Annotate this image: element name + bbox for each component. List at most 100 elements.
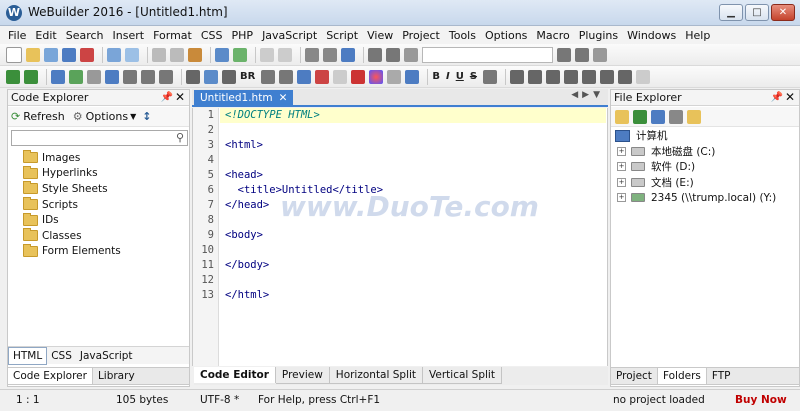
save-icon[interactable] — [44, 47, 58, 62]
expand-icon[interactable]: + — [617, 146, 626, 156]
gear-icon[interactable]: ⚙ — [73, 110, 83, 123]
tree-item-scripts[interactable]: Scripts — [8, 197, 189, 213]
sort-icon[interactable]: ↕ — [142, 110, 151, 123]
italic-button[interactable]: I — [446, 71, 450, 82]
menu-plugins[interactable]: Plugins — [575, 29, 622, 42]
toolbar-combo-box[interactable] — [422, 46, 553, 63]
tree-item-ids[interactable]: IDs — [8, 212, 189, 228]
align-left-icon[interactable] — [510, 69, 525, 84]
expand-icon[interactable]: + — [617, 193, 626, 203]
strike-button[interactable]: S — [470, 71, 477, 82]
code-line[interactable]: </body> — [225, 259, 269, 271]
indent-less-icon[interactable] — [618, 69, 633, 84]
refresh-button[interactable]: Refresh — [23, 110, 65, 123]
close-button[interactable]: ✕ — [771, 4, 795, 21]
list-icon[interactable] — [141, 69, 155, 84]
redo-icon[interactable] — [278, 47, 292, 62]
tree-item-computer[interactable]: 计算机 — [611, 128, 799, 144]
chevron-down-icon[interactable]: ▼ — [130, 112, 136, 121]
div-icon[interactable] — [186, 69, 200, 84]
menu-windows[interactable]: Windows — [623, 29, 680, 42]
align-center-icon[interactable] — [528, 69, 543, 84]
link-icon[interactable] — [51, 69, 65, 84]
print-icon[interactable] — [107, 47, 121, 62]
close-tab-icon[interactable]: ✕ — [279, 92, 288, 104]
tree-item-drive-c[interactable]: + 本地磁盘 (C:) — [611, 144, 799, 160]
replace-icon[interactable] — [233, 47, 247, 62]
indent-more-icon[interactable] — [600, 69, 615, 84]
tree-item-hyperlinks[interactable]: Hyperlinks — [8, 165, 189, 182]
indent-icon[interactable] — [305, 47, 319, 62]
paste-icon[interactable] — [188, 47, 202, 62]
bookmark-icon[interactable] — [386, 47, 400, 62]
wrap-icon[interactable] — [368, 47, 382, 62]
tab-code-editor[interactable]: Code Editor — [194, 367, 276, 383]
justify-icon[interactable] — [564, 69, 579, 84]
tab-vertical-split[interactable]: Vertical Split — [423, 367, 502, 384]
brush-icon[interactable] — [351, 69, 366, 84]
script-icon[interactable] — [315, 69, 330, 84]
code-line[interactable]: </head> — [225, 199, 269, 211]
maximize-button[interactable]: □ — [745, 4, 769, 21]
font-color-icon[interactable] — [405, 69, 420, 84]
pin-icon[interactable]: 📌 — [161, 90, 173, 105]
refresh-icon[interactable]: ⟳ — [11, 110, 20, 123]
find-icon[interactable] — [215, 47, 229, 62]
undo-icon[interactable] — [260, 47, 274, 62]
hr-icon[interactable] — [87, 69, 101, 84]
align-right-icon[interactable] — [546, 69, 561, 84]
gear-icon[interactable] — [669, 109, 683, 124]
favorites-folder-icon[interactable] — [687, 109, 701, 124]
menu-search[interactable]: Search — [62, 29, 108, 42]
nbsp-icon[interactable] — [261, 69, 276, 84]
close-panel-icon[interactable]: ✕ — [175, 90, 185, 105]
menu-format[interactable]: Format — [149, 29, 196, 42]
menu-javascript[interactable]: JavaScript — [258, 29, 321, 42]
menu-php[interactable]: PHP — [228, 29, 258, 42]
pin-icon[interactable]: 📌 — [771, 90, 783, 105]
buy-now-link[interactable]: Buy Now — [735, 394, 787, 406]
view-icon[interactable] — [651, 109, 665, 124]
back-icon[interactable] — [6, 69, 20, 84]
forward-icon[interactable] — [24, 69, 38, 84]
spell-check-icon[interactable] — [636, 69, 651, 84]
open-folder-icon[interactable] — [26, 47, 40, 62]
print-preview-icon[interactable] — [125, 47, 139, 62]
code-line[interactable]: <!DOCTYPE HTML> — [225, 109, 320, 121]
underline-button[interactable]: U — [456, 71, 464, 82]
tab-library[interactable]: Library — [93, 368, 140, 384]
menu-view[interactable]: View — [363, 29, 397, 42]
menu-script[interactable]: Script — [322, 29, 362, 42]
tree-item-style-sheets[interactable]: Style Sheets — [8, 181, 189, 197]
code-editor[interactable]: 1 2 3 4 5 6 7 8 9 10 11 12 13 <!DOCTYPE HTML> <html> <… — [192, 108, 608, 366]
shape-icon[interactable] — [333, 69, 348, 84]
find-next-icon[interactable] — [575, 47, 589, 62]
br-button[interactable]: BR — [240, 71, 255, 82]
tab-html[interactable]: HTML — [8, 346, 48, 365]
more-icon[interactable] — [593, 47, 607, 62]
close-panel-icon[interactable]: ✕ — [785, 90, 795, 105]
comment-icon[interactable] — [279, 69, 294, 84]
tree-item-drive-e[interactable]: + 文档 (E:) — [611, 175, 799, 191]
tree-item-drive-y[interactable]: +2345 (\\trump.local) (Y:) — [611, 190, 799, 206]
ordered-list-icon[interactable] — [159, 69, 173, 84]
font-icon[interactable] — [387, 69, 402, 84]
table-icon[interactable] — [204, 69, 218, 84]
line-spacing-icon[interactable] — [582, 69, 597, 84]
cut-icon[interactable] — [152, 47, 166, 62]
tab-code-explorer[interactable]: Code Explorer — [8, 368, 93, 384]
anchor-icon[interactable] — [105, 69, 119, 84]
tab-navigation[interactable]: ◀▶▼ — [571, 90, 604, 100]
tree-item-form-elements[interactable]: Form Elements — [8, 243, 189, 260]
tab-preview[interactable]: Preview — [275, 367, 330, 384]
code-line[interactable]: </html> — [225, 289, 269, 301]
options-button[interactable]: Options — [86, 110, 128, 123]
superscript-icon[interactable] — [483, 69, 498, 84]
refresh-icon[interactable] — [633, 109, 647, 124]
code-line[interactable]: <html> — [225, 139, 263, 151]
search-icon[interactable]: ⚲ — [176, 131, 184, 144]
binoculars-icon[interactable] — [557, 47, 571, 62]
style-icon[interactable] — [297, 69, 312, 84]
document-tab[interactable]: Untitled1.htm ✕ — [194, 90, 294, 107]
expand-icon[interactable]: + — [617, 162, 626, 172]
